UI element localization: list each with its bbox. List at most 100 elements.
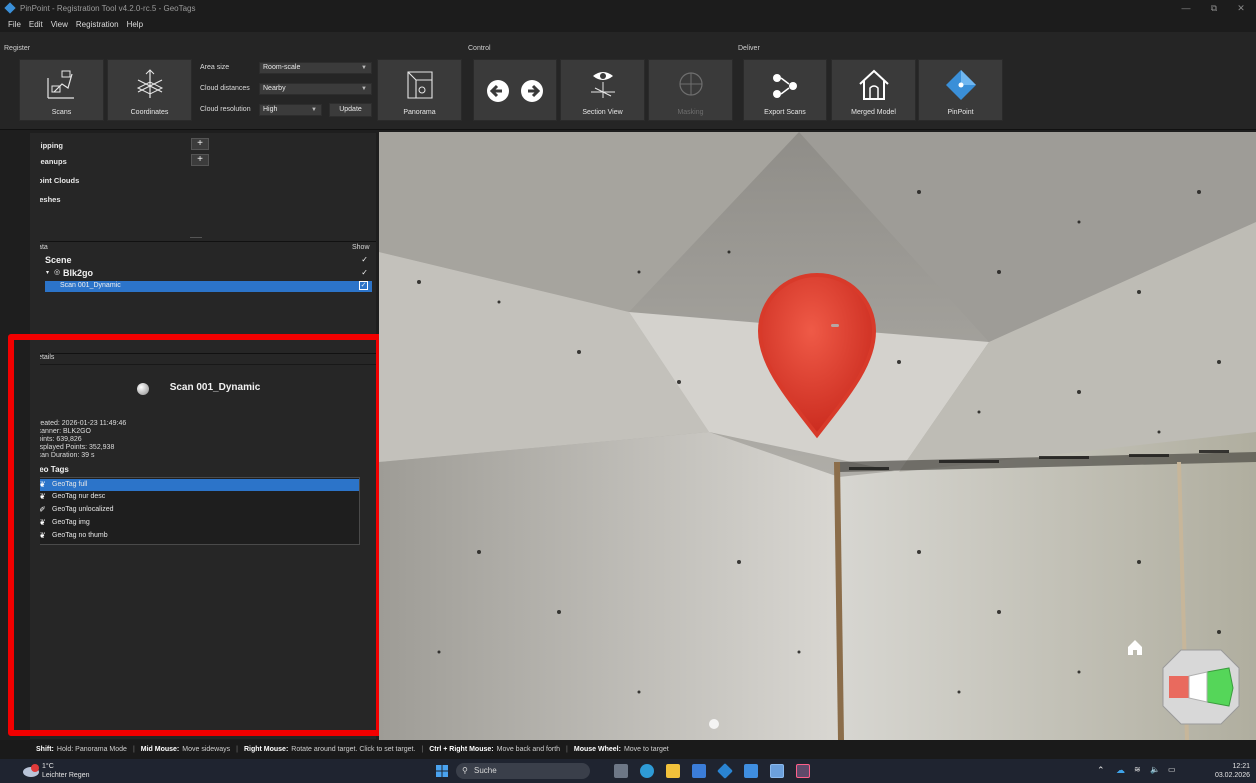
coordinates-icon (136, 69, 163, 98)
weather-temperature: 1°C (42, 763, 54, 770)
pinpoint-label: PinPoint (947, 109, 974, 116)
tree-label-scene: Scene (45, 255, 72, 265)
add-cleanup-button[interactable]: + (191, 154, 209, 166)
eye-section-icon (590, 72, 615, 98)
wifi-icon[interactable]: ≋ (1134, 765, 1141, 774)
windows-start-icon[interactable] (436, 765, 448, 777)
coordinates-label: Coordinates (130, 109, 169, 116)
chevron-down-icon: ▼ (361, 65, 367, 71)
cloud-resolution-select[interactable]: High ▼ (259, 104, 322, 116)
show-checkbox[interactable]: ✓ (359, 281, 368, 290)
hint-text: Hold: Panorama Mode (56, 746, 127, 753)
previous-scan-button[interactable] (480, 75, 504, 99)
hint-key: Mid Mouse: (140, 746, 180, 753)
splitter-handle[interactable] (190, 237, 202, 238)
pinpoint-button[interactable]: PinPoint (918, 59, 1003, 121)
merged-model-label: Merged Model (851, 109, 896, 116)
cloud-distances-select[interactable]: Nearby ▼ (259, 83, 372, 95)
pinpoint-diamond-icon (945, 70, 976, 100)
group-label-control: Control (468, 45, 491, 52)
menu-registration[interactable]: Registration (76, 20, 119, 29)
view-cube-gizmo[interactable] (1161, 648, 1241, 726)
category-list: Clipping + Cleanups + Point Clouds Meshe… (30, 133, 376, 241)
export-scans-label: Export Scans (764, 109, 806, 116)
show-header: Show (352, 244, 370, 251)
volume-icon[interactable]: 🔈 (1150, 765, 1160, 774)
edge-browser-icon[interactable] (640, 764, 654, 778)
hint-key: Mouse Wheel: (573, 746, 621, 753)
close-button[interactable]: ✕ (1230, 0, 1252, 16)
clock-date: 03.02.2026 (1214, 772, 1250, 779)
area-size-select[interactable]: Room-scale ▼ (259, 62, 372, 74)
panorama-button[interactable]: Panorama (377, 59, 462, 121)
search-icon: ⚲ (462, 766, 468, 775)
battery-icon[interactable]: ▭ (1168, 765, 1176, 774)
tree-label-scan-001: Scan 001_Dynamic (60, 282, 121, 289)
masking-label: Masking (677, 109, 704, 116)
hint-key: Shift: (36, 746, 54, 753)
export-scans-button[interactable]: Export Scans (743, 59, 827, 121)
cloud-resolution-value: High (263, 106, 278, 113)
weather-widget[interactable]: 1°C Leichter Regen (42, 762, 89, 780)
group-label-register: Register (4, 45, 31, 52)
taskbar-search[interactable]: ⚲ Suche (456, 763, 590, 779)
hint-key: Ctrl + Right Mouse: (429, 746, 494, 753)
cloud-resolution-label: Cloud resolution (200, 106, 251, 113)
notes-app-icon[interactable] (744, 764, 758, 778)
update-button[interactable]: Update (329, 103, 372, 117)
pinpoint-taskbar-icon[interactable] (717, 763, 733, 779)
scans-button[interactable]: Scans (19, 59, 104, 121)
chevron-down-icon: ▼ (361, 86, 367, 92)
chevron-down-icon: ▼ (311, 107, 317, 113)
window-title: PinPoint - Registration Tool v4.2.0-rc.5… (20, 3, 196, 13)
hint-text: Move back and forth (496, 746, 561, 753)
home-view-icon[interactable] (1125, 637, 1145, 657)
panorama-icon (406, 71, 433, 99)
tree-row-scene[interactable]: ▾ Scene ✓ (30, 255, 376, 266)
hint-key: Right Mouse: (243, 746, 289, 753)
scans-label: Scans (51, 109, 72, 116)
status-bar: Shift: Hold: Panorama Mode | Mid Mouse: Mo… (0, 740, 1256, 759)
menu-file[interactable]: File (8, 20, 21, 29)
expand-arrow-icon[interactable]: ▾ (46, 269, 49, 276)
registration-app-icon[interactable] (770, 764, 784, 778)
tray-chevron-icon[interactable]: ⌃ (1097, 765, 1105, 776)
area-size-value: Room-scale (263, 64, 301, 71)
minimize-button[interactable]: — (1175, 0, 1197, 16)
restore-button[interactable]: ⧉ (1203, 0, 1225, 16)
title-bar: PinPoint - Registration Tool v4.2.0-rc.5… (0, 0, 1256, 16)
running-app-icon[interactable] (796, 764, 810, 778)
add-clipping-button[interactable]: + (191, 138, 209, 150)
menu-edit[interactable]: Edit (29, 20, 43, 29)
scans-icon (46, 70, 74, 99)
3d-viewport[interactable] (379, 132, 1256, 740)
cloud-distances-label: Cloud distances (200, 85, 250, 92)
tree-row-blk2go[interactable]: ▾ ◎ Blk2go ✓ (30, 268, 376, 279)
coordinates-button[interactable]: Coordinates (107, 59, 192, 121)
windows-taskbar: 1°C Leichter Regen ⚲ Suche ⌃ ☁ ≋ 🔈 ▭ 12:… (0, 759, 1256, 783)
search-placeholder: Suche (474, 766, 497, 775)
file-explorer-icon[interactable] (666, 764, 680, 778)
weather-description: Leichter Regen (42, 772, 90, 779)
taskbar-clock[interactable]: 12:21 03.02.2026 (1215, 762, 1250, 780)
weather-rain-icon[interactable] (22, 763, 40, 779)
masking-icon (678, 72, 703, 96)
merged-model-button[interactable]: Merged Model (831, 59, 916, 121)
task-view-icon[interactable] (614, 764, 628, 778)
cloud-distances-value: Nearby (263, 85, 286, 92)
menu-view[interactable]: View (51, 20, 68, 29)
show-check[interactable]: ✓ (361, 255, 368, 264)
tree-row-scan-001[interactable]: Scan 001_Dynamic ✓ (45, 281, 372, 292)
scanner-icon: ◎ (54, 269, 61, 276)
clock-time: 12:21 (1232, 763, 1250, 770)
masking-button[interactable]: Masking (648, 59, 733, 121)
show-check[interactable]: ✓ (361, 268, 368, 277)
menu-help[interactable]: Help (127, 20, 143, 29)
pinpoint-app-icon (4, 2, 16, 14)
section-view-button[interactable]: Section View (560, 59, 645, 121)
onedrive-cloud-icon[interactable]: ☁ (1116, 765, 1125, 776)
group-label-deliver: Deliver (738, 45, 760, 52)
house-icon (858, 69, 889, 100)
next-scan-button[interactable] (514, 75, 538, 99)
store-icon[interactable] (692, 764, 706, 778)
